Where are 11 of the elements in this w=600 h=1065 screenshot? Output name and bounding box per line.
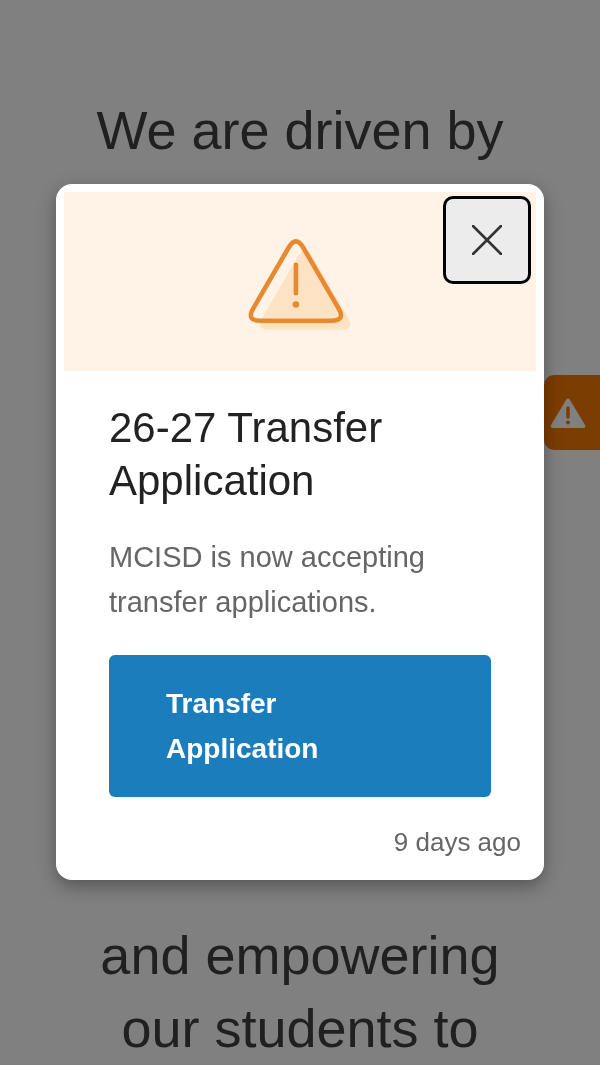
close-button[interactable] [443,196,531,284]
modal-message: MCISD is now accepting transfer applications. [109,540,426,620]
background-text: our students to [121,997,479,1060]
action-button[interactable]: Transfer Application [109,655,491,797]
background-text: We are driven by [96,99,504,162]
background-text: and empowering [100,924,500,987]
warning-icon [550,396,586,429]
modal-title: 26-27 Transfer Application [109,403,384,506]
close-icon [472,225,502,255]
timestamp: 9 days ago [393,826,521,859]
alerts-button[interactable] [544,375,600,450]
